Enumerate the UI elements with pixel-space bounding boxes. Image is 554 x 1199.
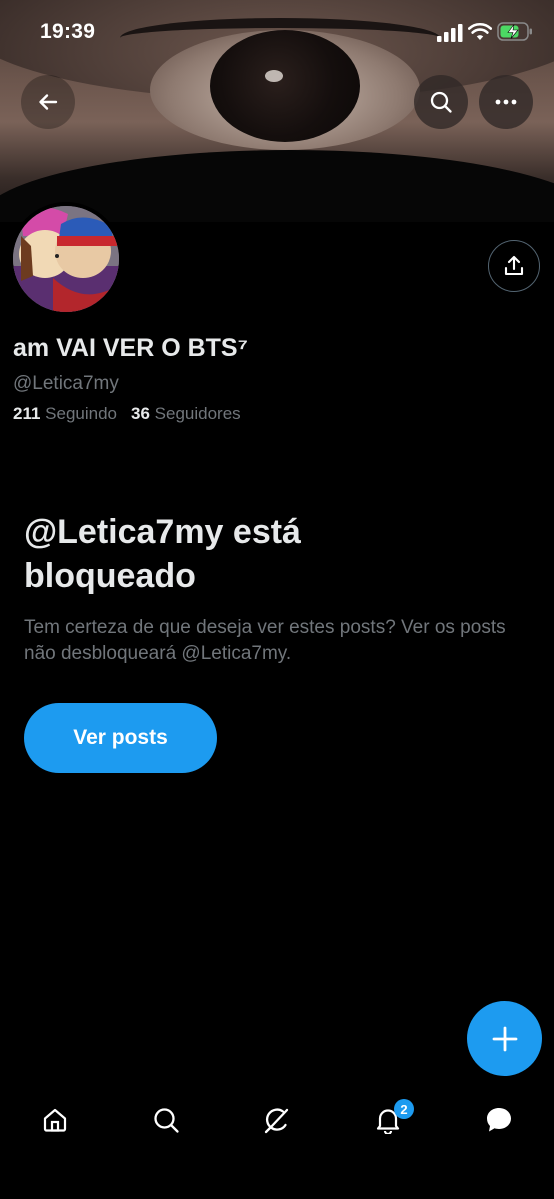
nav-notifications[interactable]: 2 (360, 1090, 416, 1150)
follow-stats: 211 Seguindo 36 Seguidores (13, 404, 241, 424)
search-button[interactable] (414, 75, 468, 129)
wifi-icon (468, 22, 492, 40)
more-horizontal-icon (495, 99, 517, 105)
following-label: Seguindo (45, 404, 118, 423)
home-icon (43, 1108, 67, 1132)
bottom-navigation: 2 (0, 1090, 554, 1150)
share-button[interactable] (488, 240, 540, 292)
followers-link[interactable]: 36 Seguidores (131, 404, 241, 423)
more-options-button[interactable] (479, 75, 533, 129)
arrow-left-icon (39, 94, 58, 110)
status-bar: 19:39 (0, 0, 554, 64)
followers-count: 36 (131, 404, 150, 423)
notification-badge: 2 (394, 1099, 414, 1119)
battery-charging-icon (497, 22, 532, 41)
cellular-signal-icon (437, 24, 463, 42)
compose-button[interactable] (467, 1001, 542, 1076)
nav-grok[interactable] (249, 1090, 305, 1150)
back-button[interactable] (21, 75, 75, 129)
plus-icon (492, 1026, 517, 1051)
grok-icon (264, 1108, 289, 1134)
nav-home[interactable] (27, 1090, 83, 1150)
search-icon (154, 1108, 179, 1133)
blocked-title: @Letica7my está bloqueado (24, 513, 301, 595)
blocked-description: Tem certeza de que deseja ver estes post… (24, 617, 506, 664)
avatar[interactable] (9, 202, 123, 316)
share-icon (504, 255, 524, 276)
view-posts-button[interactable]: Ver posts (24, 703, 217, 773)
status-time: 19:39 (40, 20, 96, 43)
avatar-image (13, 206, 119, 312)
username-handle: @Letica7my (13, 373, 119, 394)
followers-label: Seguidores (154, 404, 241, 423)
display-name: am VAI VER O BTS⁷ (13, 334, 248, 362)
nav-explore[interactable] (138, 1090, 194, 1150)
nav-messages[interactable] (471, 1090, 527, 1150)
following-link[interactable]: 211 Seguindo (13, 404, 117, 423)
following-count: 211 (13, 404, 41, 423)
search-icon (430, 91, 452, 113)
chat-bubble-icon (487, 1108, 511, 1132)
